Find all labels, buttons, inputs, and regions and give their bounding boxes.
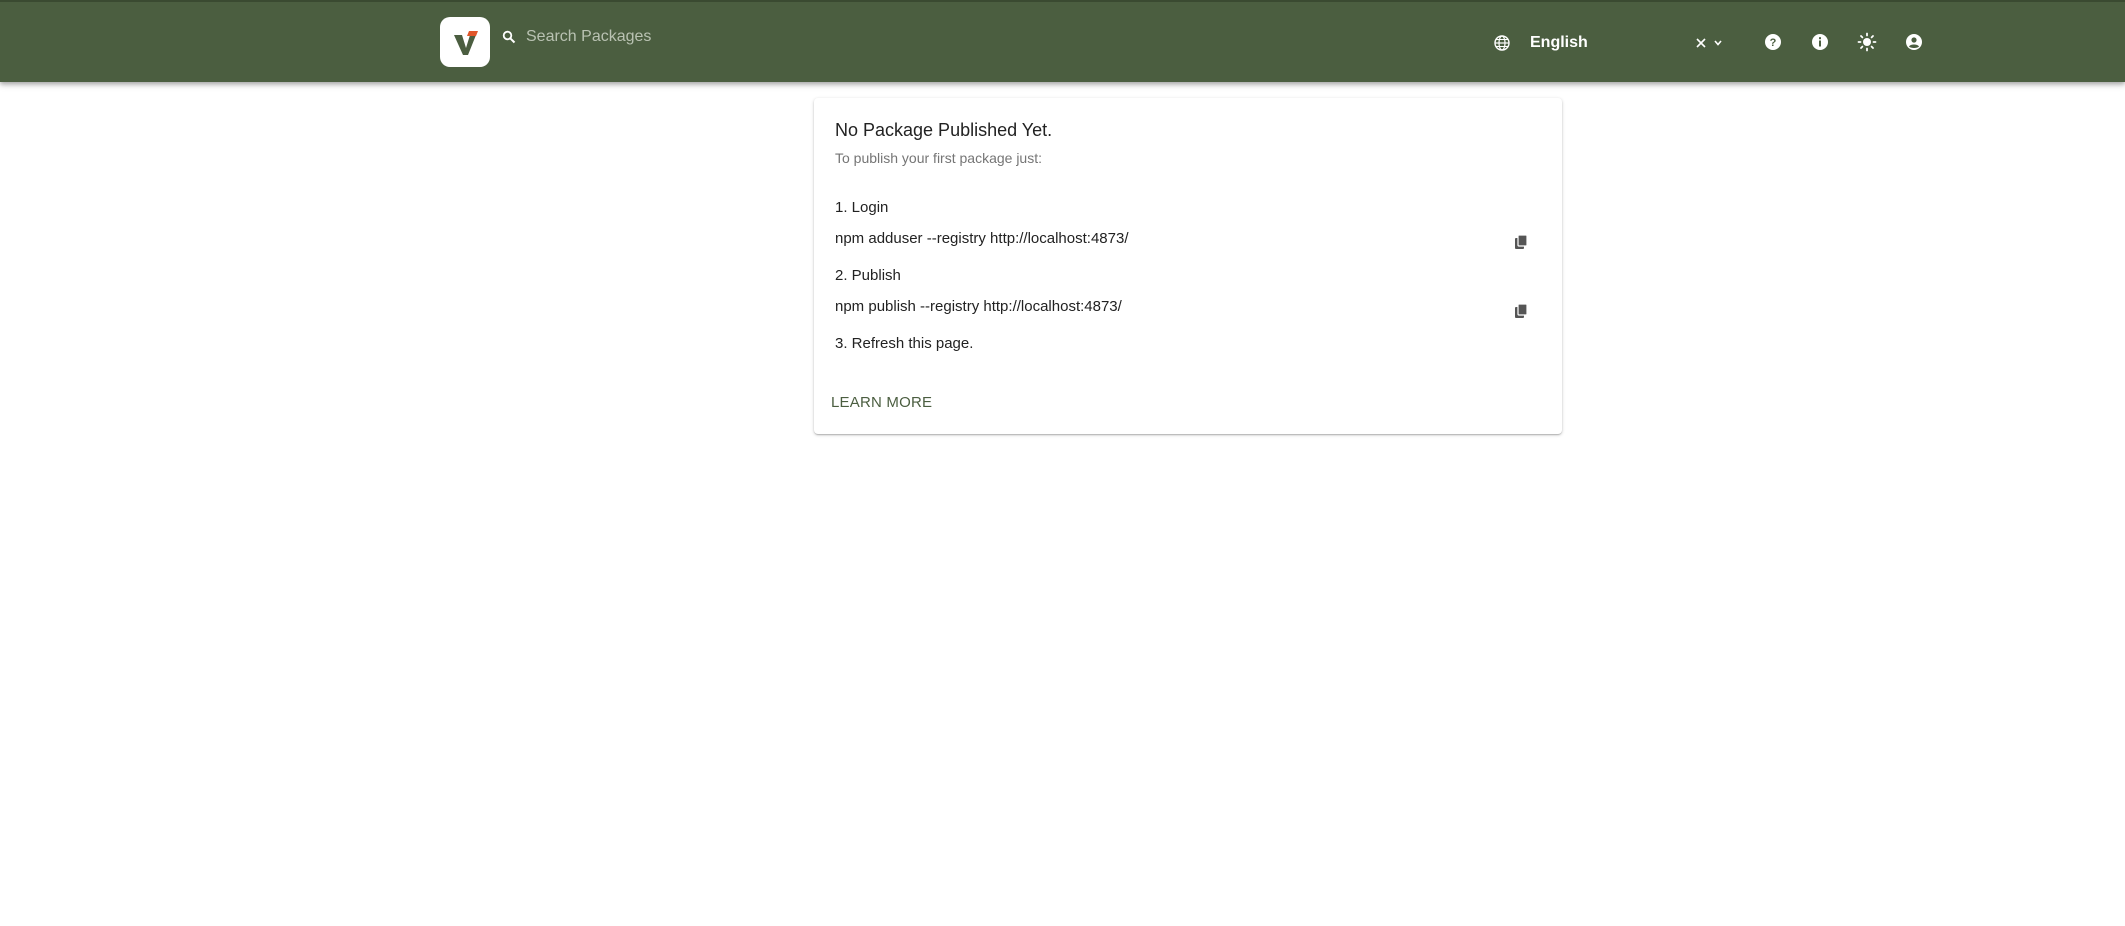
step-refresh-label: 3. Refresh this page. [835, 335, 974, 352]
copy-icon[interactable] [1511, 301, 1531, 321]
close-icon[interactable] [1694, 36, 1708, 50]
search-input[interactable] [526, 22, 906, 52]
globe-icon [1494, 35, 1510, 51]
chevron-down-icon[interactable] [1711, 36, 1725, 50]
search-bar[interactable] [498, 20, 918, 54]
language-value[interactable]: English [1530, 34, 1588, 52]
publish-command: npm publish --registry http://localhost:… [835, 298, 1122, 315]
learn-more-button[interactable]: LEARN MORE [831, 394, 932, 411]
empty-state-card: No Package Published Yet. To publish you… [814, 98, 1562, 434]
account-icon[interactable] [1903, 31, 1925, 53]
theme-toggle-icon[interactable] [1856, 31, 1878, 53]
svg-text:?: ? [1770, 37, 1777, 49]
language-select[interactable]: English [1490, 27, 1730, 59]
step-publish-label: 2. Publish [835, 267, 901, 284]
app-header: English ? [0, 0, 2125, 82]
info-icon[interactable] [1809, 31, 1831, 53]
login-command: npm adduser --registry http://localhost:… [835, 230, 1129, 247]
verdaccio-logo-icon[interactable] [440, 17, 490, 67]
copy-icon[interactable] [1511, 232, 1531, 252]
search-icon [502, 30, 516, 44]
empty-state-title: No Package Published Yet. [835, 120, 1053, 140]
help-icon[interactable]: ? [1762, 31, 1784, 53]
empty-state-subtitle: To publish your first package just: [835, 150, 1042, 166]
step-login-label: 1. Login [835, 199, 889, 216]
